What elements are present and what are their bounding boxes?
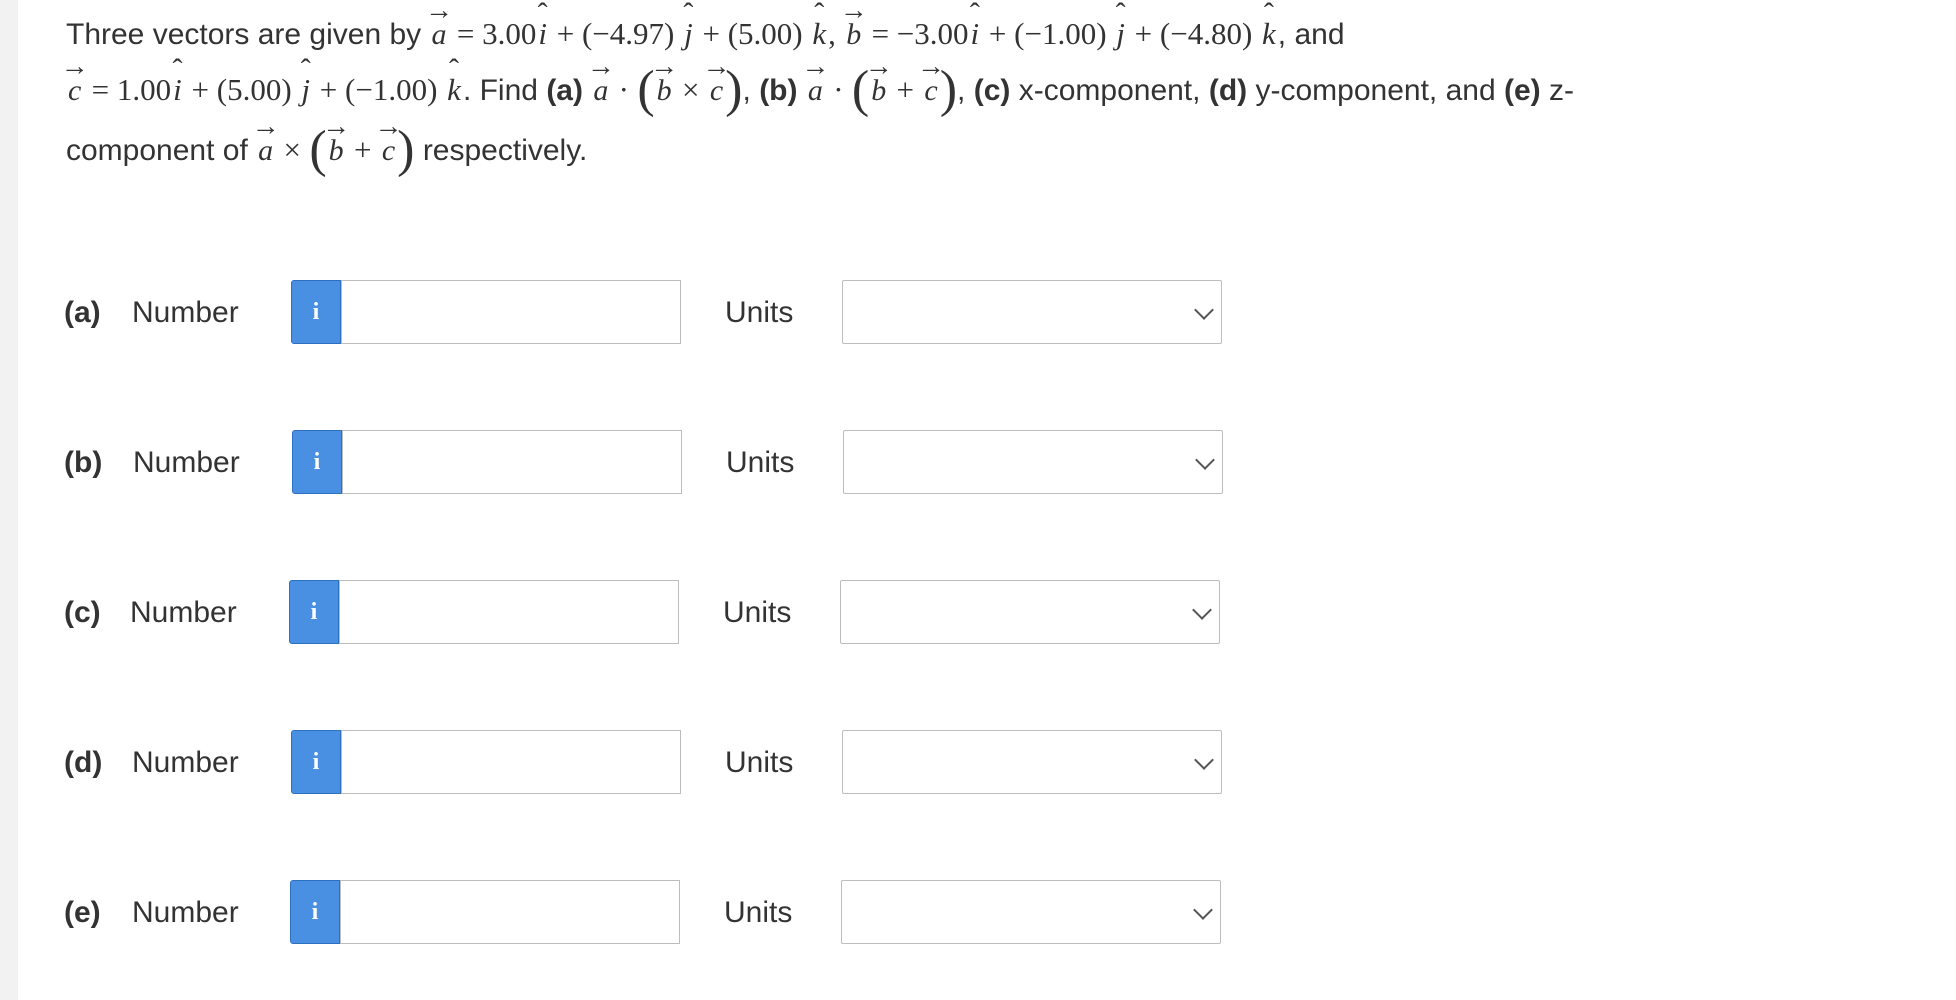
vector-a: a xyxy=(430,7,449,62)
part-b-marker: (b) xyxy=(759,74,798,107)
units-label: Units xyxy=(725,296,794,329)
problem-text: x-component, xyxy=(1018,74,1201,107)
info-icon[interactable]: i xyxy=(291,280,341,344)
problem-line-3: component of a × (b + c) respectively. xyxy=(66,122,1826,178)
units-dropdown[interactable] xyxy=(841,880,1221,944)
units-dropdown[interactable] xyxy=(842,730,1222,794)
units-label: Units xyxy=(723,596,792,629)
number-input[interactable] xyxy=(341,280,681,344)
number-label: Number xyxy=(130,596,237,629)
number-input[interactable] xyxy=(341,730,681,794)
units-label: Units xyxy=(726,446,795,479)
units-dropdown[interactable] xyxy=(842,280,1222,344)
part-c-marker: (c) xyxy=(973,74,1011,107)
problem-text: respectively. xyxy=(422,134,588,167)
number-input[interactable] xyxy=(342,430,682,494)
part-label: (a) xyxy=(64,296,101,329)
vector-a-expression: = 3.00i + (−4.97) j + (5.00) k, xyxy=(457,16,836,51)
vector-c: c xyxy=(66,63,83,118)
units-label: Units xyxy=(724,896,793,929)
problem-text: . Find xyxy=(462,74,538,107)
info-icon[interactable]: i xyxy=(290,880,340,944)
number-input[interactable] xyxy=(339,580,679,644)
number-label: Number xyxy=(132,746,239,779)
info-icon[interactable]: i xyxy=(289,580,339,644)
answer-row-d: (d) Number i Units xyxy=(18,730,1318,796)
vector-b: b xyxy=(844,7,863,62)
problem-text: component of xyxy=(66,134,248,167)
problem-text: y-component, and xyxy=(1255,74,1496,107)
problem-statement: Three vectors are given by a = 3.00i + (… xyxy=(66,6,1826,178)
part-d-marker: (d) xyxy=(1208,74,1248,107)
part-label: (e) xyxy=(64,896,101,929)
units-label: Units xyxy=(725,746,794,779)
question-panel: Three vectors are given by a = 3.00i + (… xyxy=(18,0,1956,1000)
number-input[interactable] xyxy=(340,880,680,944)
answer-row-c: (c) Number i Units xyxy=(18,580,1318,646)
chevron-down-icon xyxy=(1192,600,1212,620)
problem-text: Three vectors are given by xyxy=(66,18,422,51)
number-label: Number xyxy=(132,296,239,329)
chevron-down-icon xyxy=(1193,900,1213,920)
part-label: (b) xyxy=(64,446,103,479)
chevron-down-icon xyxy=(1194,750,1214,770)
chevron-down-icon xyxy=(1195,450,1215,470)
part-label: (c) xyxy=(64,596,101,629)
info-icon[interactable]: i xyxy=(291,730,341,794)
part-e-marker: (e) xyxy=(1503,74,1541,107)
info-icon[interactable]: i xyxy=(292,430,342,494)
number-label: Number xyxy=(133,446,240,479)
problem-text: z- xyxy=(1549,74,1574,107)
answer-row-a: (a) Number i Units xyxy=(18,280,1318,346)
units-dropdown[interactable] xyxy=(840,580,1220,644)
part-a-marker: (a) xyxy=(546,74,583,107)
units-dropdown[interactable] xyxy=(843,430,1223,494)
problem-text: , and xyxy=(1277,18,1345,51)
number-label: Number xyxy=(132,896,239,929)
chevron-down-icon xyxy=(1194,300,1214,320)
answer-row-b: (b) Number i Units xyxy=(18,430,1318,496)
answer-row-e: (e) Number i Units xyxy=(18,880,1318,946)
problem-line-1: Three vectors are given by a = 3.00i + (… xyxy=(66,6,1826,62)
part-label: (d) xyxy=(64,746,103,779)
